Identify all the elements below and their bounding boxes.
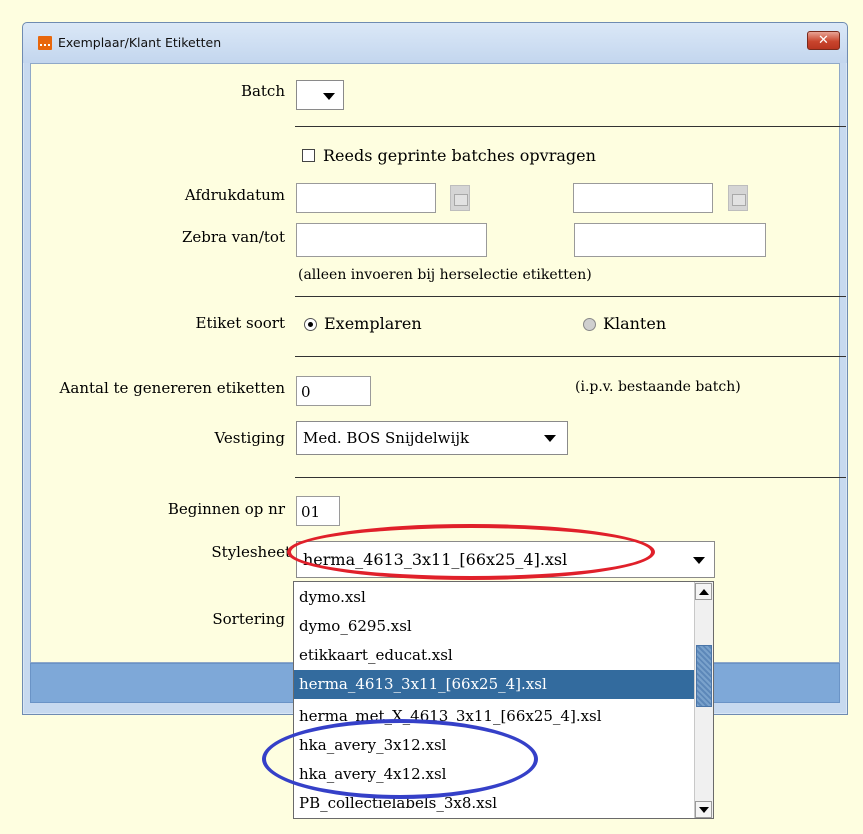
scroll-down-icon[interactable]: [695, 801, 712, 818]
start-label: Beginnen op nr: [167, 500, 285, 518]
branch-value: Med. BOS Snijdelwijk: [303, 429, 470, 447]
radio-exemplaren-label: Exemplaren: [324, 314, 422, 333]
list-item[interactable]: hka_avery_4x12.xsl: [294, 760, 694, 789]
print-date-from-input[interactable]: [296, 183, 436, 213]
list-item[interactable]: etikkaart_educat.xsl: [294, 641, 694, 670]
reprint-checkbox[interactable]: [302, 149, 315, 162]
batch-select[interactable]: [296, 80, 344, 110]
branch-label: Vestiging: [214, 429, 285, 447]
divider: [295, 296, 846, 297]
list-item-selected[interactable]: herma_4613_3x11_[66x25_4].xsl: [294, 670, 694, 699]
radio-exemplaren[interactable]: [304, 318, 317, 331]
list-item[interactable]: hka_avery_3x12.xsl: [294, 731, 694, 760]
sort-label: Sortering: [212, 610, 285, 628]
zebra-label: Zebra van/tot: [181, 228, 285, 246]
chevron-down-icon: [693, 557, 705, 564]
stylesheet-value: herma_4613_3x11_[66x25_4].xsl: [303, 550, 568, 569]
batch-label: Batch: [240, 82, 285, 100]
branch-select[interactable]: Med. BOS Snijdelwijk: [296, 421, 568, 455]
list-item[interactable]: PB_collectielabels_3x8.xsl: [294, 789, 694, 818]
stylesheet-select[interactable]: herma_4613_3x11_[66x25_4].xsl: [296, 541, 715, 578]
count-input[interactable]: 0: [296, 376, 371, 406]
start-input[interactable]: 01: [296, 496, 340, 526]
list-item[interactable]: dymo.xsl: [294, 583, 694, 612]
divider: [295, 477, 846, 478]
stylesheet-label: Stylesheet: [211, 543, 291, 561]
scroll-thumb[interactable]: [696, 645, 712, 707]
zebra-to-input[interactable]: [574, 223, 766, 257]
scroll-up-icon[interactable]: [695, 583, 712, 600]
app-icon: [38, 36, 52, 50]
chevron-down-icon: [323, 93, 335, 100]
calendar-icon[interactable]: [728, 185, 748, 211]
radio-klanten[interactable]: [583, 318, 596, 331]
radio-klanten-label: Klanten: [603, 314, 667, 333]
divider: [295, 126, 846, 127]
print-date-to-input[interactable]: [573, 183, 713, 213]
reselect-hint: (alleen invoeren bij herselectie etikett…: [298, 267, 592, 283]
list-item[interactable]: herma_met_X_4613_3x11_[66x25_4].xsl: [294, 702, 694, 731]
reprint-checkbox-label: Reeds geprinte batches opvragen: [323, 146, 596, 165]
calendar-icon[interactable]: [450, 185, 470, 211]
print-date-label: Afdrukdatum: [184, 186, 285, 204]
chevron-down-icon: [544, 435, 556, 442]
list-item[interactable]: dymo_6295.xsl: [294, 612, 694, 641]
window-title: Exemplaar/Klant Etiketten: [58, 35, 222, 50]
count-label: Aantal te genereren etiketten: [59, 379, 285, 397]
count-hint: (i.p.v. bestaande batch): [575, 379, 741, 395]
label-type-label: Etiket soort: [195, 314, 286, 332]
zebra-from-input[interactable]: [296, 223, 487, 257]
divider: [295, 356, 846, 357]
close-button[interactable]: ✕: [807, 31, 840, 50]
